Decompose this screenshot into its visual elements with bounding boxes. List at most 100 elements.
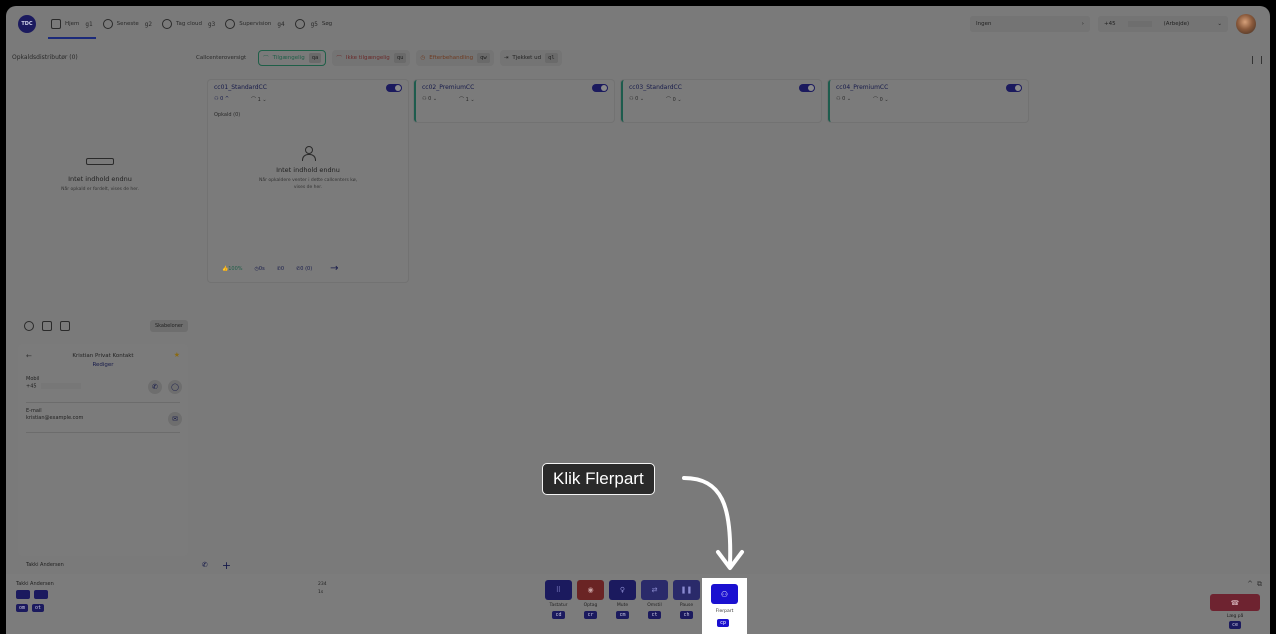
chat-button[interactable]: ◯ <box>168 380 182 394</box>
available-count[interactable]: ⌒ 1 ⌄ <box>459 96 475 103</box>
star-icon[interactable]: ★ <box>174 351 180 359</box>
record-control: ◉ Optag cr <box>577 580 604 619</box>
filter-available-label: Tilgængelig <box>272 55 305 61</box>
active-call-bar: Takki Andersen om ot 234 1s ⠿ Tastatur c… <box>6 574 1270 634</box>
add-tab-icon[interactable]: + <box>222 559 231 572</box>
mic-icon: ♀ <box>619 586 626 594</box>
caller-name: Takki Andersen <box>16 581 54 587</box>
record-button[interactable]: ◉ <box>577 580 604 600</box>
callcenter-card-cc03: cc03_StandardCC ⚇ 0 ⌄ ⌒ 0 ⌄ <box>621 80 821 122</box>
phone-prefix: +45 <box>1104 21 1116 27</box>
transfer-control: ⇄ Omstil ct <box>641 580 668 619</box>
agents-count[interactable]: ⚇ 0 ^ <box>214 96 229 103</box>
queue-empty: Intet indhold endnu Når opkaldere venter… <box>208 146 408 191</box>
mail-shortcut: om <box>16 604 29 612</box>
contact-card-icon[interactable] <box>60 321 70 331</box>
phone-number-select[interactable]: +45 (Arbejde) ⌄ <box>1098 16 1228 32</box>
clock-icon: ◷ <box>420 55 426 61</box>
filter-available[interactable]: ⌒ Tilgængelig qa <box>258 50 327 66</box>
mail-icon[interactable] <box>42 321 52 331</box>
collapse-panel-icon[interactable] <box>1252 56 1262 64</box>
people-icon <box>225 19 236 29</box>
agents-count[interactable]: ⚇ 0 ⌄ <box>836 96 851 103</box>
callcenter-toggle[interactable] <box>799 84 815 92</box>
keypad-button[interactable]: ⠿ <box>545 580 572 600</box>
nav-tag-cloud-shortcut: g3 <box>207 20 216 28</box>
phone-icon[interactable]: ✆ <box>202 561 208 569</box>
card-title[interactable]: cc01_StandardCC <box>214 84 267 91</box>
headset-icon: ⌒ <box>873 97 880 103</box>
available-count[interactable]: ⌒ 0 ⌄ <box>666 96 682 103</box>
nav-tag-cloud-label: Tag cloud <box>176 21 202 27</box>
pause-button[interactable]: ❚❚ <box>673 580 700 600</box>
nav-recent[interactable]: Seneste g2 <box>100 6 155 42</box>
keypad-shortcut: cd <box>552 611 565 619</box>
email-field: E-mail kristian@example.com <box>26 408 83 422</box>
transfer-button[interactable]: ⇄ <box>641 580 668 600</box>
nav-search-shortcut: g5 <box>310 20 318 28</box>
nav-supervision-shortcut: g4 <box>277 20 285 28</box>
callcenter-overview-header: Callcenteroversigt ⌒ Tilgængelig qa ⌒ Ik… <box>196 50 562 66</box>
divider <box>26 402 180 403</box>
user-avatar[interactable] <box>1236 14 1256 34</box>
chat-icon[interactable] <box>34 590 48 599</box>
agents-count[interactable]: ⚇ 0 ⌄ <box>422 96 437 103</box>
headset-icon: ⌒ <box>263 56 269 62</box>
card-title[interactable]: cc02_PremiumCC <box>422 84 474 91</box>
filter-unavailable[interactable]: ⌒ Ikke tilgængelig qu <box>332 50 411 66</box>
filter-checked-out[interactable]: ⇥ Tjekket ud ql <box>499 50 562 66</box>
nav-home[interactable]: Hjem g1 <box>48 6 96 42</box>
popout-icon[interactable]: ⧉ <box>1257 580 1262 589</box>
conversation-tabs: Takki Andersen ✆ + <box>18 556 256 574</box>
empty-title: Intet indhold endnu <box>68 175 132 183</box>
stat-missed-value: 0 (0) <box>300 265 313 272</box>
top-navigation-bar: TDC Hjem g1 Seneste g2 Tag cloud g3 Supe… <box>6 6 1270 42</box>
mail-icon[interactable] <box>16 590 30 599</box>
masked-number <box>40 383 81 389</box>
phone-icon: ✆ <box>152 383 158 391</box>
keypad-control: ⠿ Tastatur cd <box>545 580 572 619</box>
mobile-field: Mobil +45 <box>26 376 81 391</box>
callcenter-toggle[interactable] <box>592 84 608 92</box>
multiparty-shortcut: cp <box>717 619 730 627</box>
record-label: Optag <box>583 603 598 608</box>
hangup-button[interactable]: ☎ <box>1210 594 1260 611</box>
available-value: 1 <box>465 97 469 103</box>
multiparty-button[interactable]: ⚇ <box>711 584 738 604</box>
mute-button[interactable]: ♀ <box>609 580 636 600</box>
call-info: 234 1s <box>318 581 327 597</box>
call-button[interactable]: ✆ <box>148 380 162 394</box>
logout-icon: ⇥ <box>503 55 509 61</box>
filter-wrapup[interactable]: ◷ Efterbehandling qw <box>416 50 494 66</box>
email-label: E-mail <box>26 408 42 414</box>
arrow-right-icon[interactable]: → <box>330 263 338 274</box>
nav-supervision[interactable]: Supervision g4 <box>222 6 287 42</box>
phone-hangup-icon: ☎ <box>1230 598 1240 607</box>
callcenter-toggle[interactable] <box>386 84 402 92</box>
agents-count[interactable]: ⚇ 0 ⌄ <box>629 96 644 103</box>
nav-search[interactable]: g5 Søg <box>292 6 336 42</box>
edit-contact-link[interactable]: Rediger <box>18 362 188 368</box>
chat-icon[interactable] <box>24 321 34 331</box>
card-meta: ⚇ 0 ⌄ ⌒ 0 ⌄ <box>836 96 889 103</box>
mobile-label: Mobil <box>26 376 40 382</box>
status-select[interactable]: Ingen › <box>970 16 1090 32</box>
tutorial-arrow-icon <box>682 476 744 570</box>
available-count[interactable]: ⌒ 1 ⌄ <box>251 96 267 103</box>
agents-value: 0 <box>842 96 846 102</box>
card-title[interactable]: cc04_PremiumCC <box>836 84 888 91</box>
stat-wait-time: ◷0s <box>255 266 265 272</box>
queue-empty-subtitle: Når opkaldere venter i dette callcenters… <box>258 178 358 190</box>
conversation-tab[interactable]: Takki Andersen <box>18 562 198 568</box>
card-title[interactable]: cc03_StandardCC <box>629 84 682 91</box>
templates-button[interactable]: Skabeloner <box>149 320 188 332</box>
multiparty-label: Flerpart <box>715 609 734 614</box>
stat-answer-rate-value: 100% <box>228 265 243 272</box>
available-count[interactable]: ⌒ 0 ⌄ <box>873 96 889 103</box>
chevron-right-icon: › <box>1081 21 1084 27</box>
email-button[interactable]: ✉ <box>168 412 182 426</box>
nav-tag-cloud[interactable]: Tag cloud g3 <box>159 6 218 42</box>
callcenter-toggle[interactable] <box>1006 84 1022 92</box>
mobile-prefix: +45 <box>26 383 37 390</box>
chevron-up-icon[interactable]: ^ <box>1247 580 1253 589</box>
